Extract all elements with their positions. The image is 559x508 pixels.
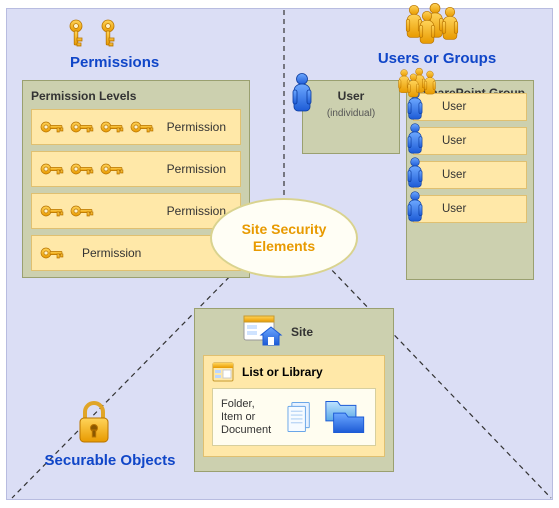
people-group-icon	[400, 2, 464, 46]
group-user-row: User	[413, 127, 527, 155]
permission-row: Permission	[31, 151, 241, 187]
lock-icon	[74, 398, 114, 446]
group-user-label: User	[442, 101, 466, 113]
list-library-title: List or Library	[242, 365, 323, 379]
group-user-label: User	[442, 203, 466, 215]
key-icon	[70, 118, 94, 136]
keys-icon	[62, 18, 122, 48]
securable-objects-title: Securable Objects	[40, 452, 180, 469]
permissions-title: Permissions	[70, 54, 159, 71]
person-icon	[404, 190, 426, 224]
sharepoint-group-box: SharePoint Group User User User User	[406, 80, 534, 280]
user-subtitle: (individual)	[327, 108, 375, 119]
key-icon	[70, 160, 94, 178]
document-box: Folder, Item or Document	[212, 388, 376, 446]
key-icon	[100, 118, 124, 136]
permission-label: Permission	[82, 246, 147, 260]
user-box: User (individual)	[302, 80, 400, 154]
center-ellipse: Site Security Elements	[210, 198, 358, 278]
permission-levels-title: Permission Levels	[31, 89, 241, 103]
key-icon	[70, 202, 94, 220]
key-icon	[40, 202, 64, 220]
center-title: Site Security Elements	[212, 221, 356, 255]
person-icon	[288, 72, 316, 114]
group-user-row: User	[413, 195, 527, 223]
permission-label: Permission	[167, 162, 232, 176]
document-text: Folder, Item or Document	[221, 398, 277, 437]
group-user-row: User	[413, 161, 527, 189]
users-groups-title: Users or Groups	[372, 50, 502, 67]
permission-label: Permission	[167, 120, 232, 134]
person-icon	[404, 122, 426, 156]
group-user-label: User	[442, 135, 466, 147]
permission-row: Permission	[31, 193, 241, 229]
key-icon	[40, 160, 64, 178]
people-group-icon	[394, 66, 440, 100]
key-icon	[40, 118, 64, 136]
key-icon	[130, 118, 154, 136]
group-user-label: User	[442, 169, 466, 181]
library-icon	[212, 362, 234, 382]
folders-icon	[322, 397, 367, 437]
document-icon	[287, 401, 312, 433]
key-icon	[100, 160, 124, 178]
key-icon	[40, 244, 64, 262]
site-title: Site	[291, 325, 313, 339]
user-title: User	[309, 89, 393, 103]
diagram-canvas: Permissions Users or Groups Securable Ob…	[0, 0, 559, 508]
site-icon	[243, 315, 283, 349]
list-library-box: List or Library Folder, Item or Document	[203, 355, 385, 457]
permission-row: Permission	[31, 109, 241, 145]
person-icon	[404, 156, 426, 190]
site-box: Site List or Library Folder, Item or Doc…	[194, 308, 394, 472]
